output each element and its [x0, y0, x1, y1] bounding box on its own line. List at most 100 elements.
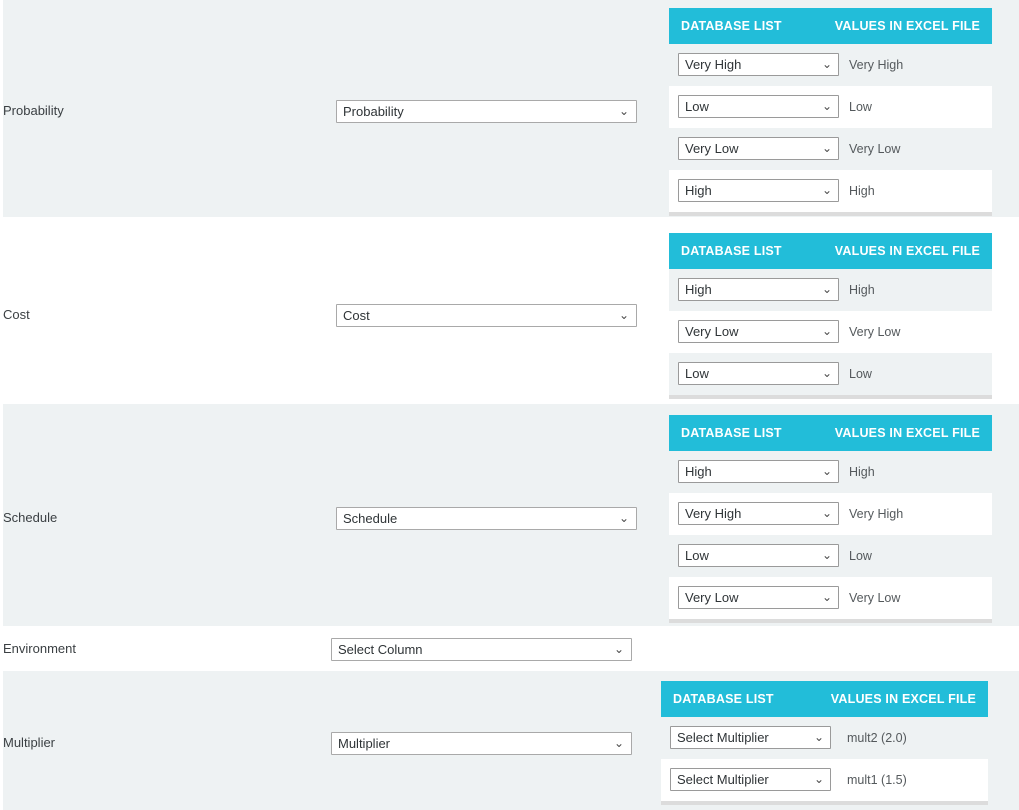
column-select-cost[interactable]: Cost ⌄: [336, 304, 637, 327]
table-row: Very Low ⌄ Very Low: [669, 577, 992, 619]
chevron-down-icon: ⌄: [618, 104, 629, 118]
chevron-down-icon: ⌄: [613, 736, 624, 750]
table-row: Very High ⌄ Very High: [669, 44, 992, 86]
excel-value: High: [849, 184, 875, 198]
database-list-select[interactable]: Very High ⌄: [678, 502, 839, 525]
excel-value: Very High: [849, 507, 904, 521]
excel-value: Low: [849, 367, 872, 381]
database-panel-schedule: DATABASE LIST VALUES IN EXCEL FILE High …: [669, 415, 992, 623]
row-label-probability: Probability: [3, 103, 64, 118]
header-values-in-excel-file: VALUES IN EXCEL FILE: [830, 692, 976, 706]
database-list-select-value: Very High: [685, 506, 742, 521]
column-mapping-page: Probability Probability ⌄ DATABASE LIST …: [0, 0, 1019, 810]
table-row: Select Multiplier ⌄ mult2 (2.0): [661, 717, 988, 759]
chevron-down-icon: ⌄: [821, 590, 832, 604]
excel-value: Very Low: [849, 142, 901, 156]
database-list-select-value: Low: [685, 366, 709, 381]
multiplier-select[interactable]: Select Multiplier ⌄: [670, 768, 831, 791]
column-select-environment-value: Select Column: [338, 642, 423, 657]
database-panel-header: DATABASE LIST VALUES IN EXCEL FILE: [669, 233, 992, 269]
row-label-multiplier: Multiplier: [3, 735, 56, 750]
row-label-cost: Cost: [3, 307, 30, 322]
excel-value: mult1 (1.5): [847, 773, 907, 787]
table-row: Very High ⌄ Very High: [669, 493, 992, 535]
column-select-schedule-value: Schedule: [343, 511, 398, 526]
database-panel-header: DATABASE LIST VALUES IN EXCEL FILE: [669, 8, 992, 44]
chevron-down-icon: ⌄: [821, 366, 832, 380]
database-list-select-value: High: [685, 183, 712, 198]
table-footer-rule: [669, 212, 992, 216]
database-panel-header: DATABASE LIST VALUES IN EXCEL FILE: [669, 415, 992, 451]
database-list-select-value: High: [685, 464, 712, 479]
chevron-down-icon: ⌄: [821, 464, 832, 478]
table-row: Low ⌄ Low: [669, 353, 992, 395]
database-list-select[interactable]: Low ⌄: [678, 362, 839, 385]
database-list-select-value: Very Low: [685, 590, 739, 605]
database-list-select-value: Low: [685, 548, 709, 563]
column-select-probability[interactable]: Probability ⌄: [336, 100, 637, 123]
chevron-down-icon: ⌄: [813, 772, 824, 786]
table-row: High ⌄ High: [669, 170, 992, 212]
header-database-list: DATABASE LIST: [681, 244, 782, 258]
multiplier-select-value: Select Multiplier: [677, 772, 769, 787]
table-row: High ⌄ High: [669, 451, 992, 493]
header-values-in-excel-file: VALUES IN EXCEL FILE: [834, 244, 980, 258]
chevron-down-icon: ⌄: [821, 548, 832, 562]
chevron-down-icon: ⌄: [821, 282, 832, 296]
chevron-down-icon: ⌄: [821, 99, 832, 113]
multiplier-select[interactable]: Select Multiplier ⌄: [670, 726, 831, 749]
excel-value: Very High: [849, 58, 904, 72]
section-schedule: Schedule Schedule ⌄ DATABASE LIST VALUES…: [0, 404, 1019, 626]
column-select-environment[interactable]: Select Column ⌄: [331, 638, 632, 661]
chevron-down-icon: ⌄: [618, 511, 629, 525]
table-row: Very Low ⌄ Very Low: [669, 128, 992, 170]
database-list-select[interactable]: High ⌄: [678, 460, 839, 483]
table-footer-rule: [661, 801, 988, 805]
column-select-multiplier[interactable]: Multiplier ⌄: [331, 732, 632, 755]
chevron-down-icon: ⌄: [821, 183, 832, 197]
column-select-multiplier-value: Multiplier: [338, 736, 391, 751]
database-list-select[interactable]: Very Low ⌄: [678, 586, 839, 609]
database-list-select-value: Very High: [685, 57, 742, 72]
database-list-select[interactable]: Low ⌄: [678, 544, 839, 567]
excel-value: Low: [849, 549, 872, 563]
excel-value: High: [849, 283, 875, 297]
excel-value: Very Low: [849, 591, 901, 605]
row-label-schedule: Schedule: [3, 510, 58, 525]
header-database-list: DATABASE LIST: [681, 426, 782, 440]
database-list-select-value: Very Low: [685, 141, 739, 156]
database-list-select[interactable]: Very Low ⌄: [678, 137, 839, 160]
column-select-schedule[interactable]: Schedule ⌄: [336, 507, 637, 530]
header-values-in-excel-file: VALUES IN EXCEL FILE: [834, 19, 980, 33]
table-row: Low ⌄ Low: [669, 535, 992, 577]
excel-value: Very Low: [849, 325, 901, 339]
column-select-cost-value: Cost: [343, 308, 370, 323]
table-row: High ⌄ High: [669, 269, 992, 311]
database-list-select[interactable]: Very Low ⌄: [678, 320, 839, 343]
header-values-in-excel-file: VALUES IN EXCEL FILE: [834, 426, 980, 440]
table-footer-rule: [669, 395, 992, 399]
section-environment: Environment Select Column ⌄: [0, 626, 1019, 671]
database-list-select[interactable]: High ⌄: [678, 278, 839, 301]
table-row: Select Multiplier ⌄ mult1 (1.5): [661, 759, 988, 801]
database-list-select[interactable]: Very High ⌄: [678, 53, 839, 76]
database-panel-probability: DATABASE LIST VALUES IN EXCEL FILE Very …: [669, 8, 992, 216]
chevron-down-icon: ⌄: [821, 506, 832, 520]
excel-value: mult2 (2.0): [847, 731, 907, 745]
multiplier-select-value: Select Multiplier: [677, 730, 769, 745]
database-list-select[interactable]: Low ⌄: [678, 95, 839, 118]
chevron-down-icon: ⌄: [618, 308, 629, 322]
excel-value: Low: [849, 100, 872, 114]
database-list-select-value: High: [685, 282, 712, 297]
database-list-select[interactable]: High ⌄: [678, 179, 839, 202]
header-database-list: DATABASE LIST: [673, 692, 774, 706]
header-database-list: DATABASE LIST: [681, 19, 782, 33]
section-cost: Cost Cost ⌄ DATABASE LIST VALUES IN EXCE…: [0, 217, 1019, 404]
chevron-down-icon: ⌄: [821, 57, 832, 71]
database-panel-cost: DATABASE LIST VALUES IN EXCEL FILE High …: [669, 233, 992, 399]
chevron-down-icon: ⌄: [813, 730, 824, 744]
column-select-probability-value: Probability: [343, 104, 404, 119]
database-panel-header: DATABASE LIST VALUES IN EXCEL FILE: [661, 681, 988, 717]
chevron-down-icon: ⌄: [821, 324, 832, 338]
excel-value: High: [849, 465, 875, 479]
